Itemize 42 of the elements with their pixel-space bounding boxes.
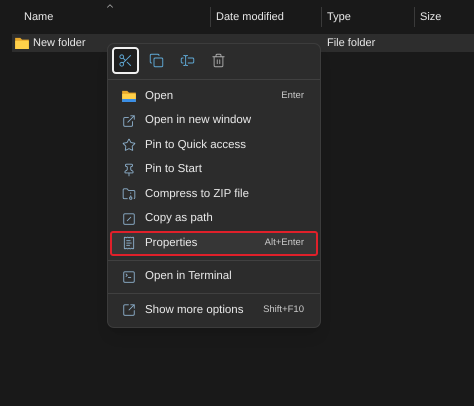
menu-item[interactable]: Open in new window xyxy=(110,108,318,133)
menu-item[interactable]: Properties Alt+Enter xyxy=(110,231,318,256)
menu-item-label: Compress to ZIP file xyxy=(145,186,249,202)
menu-item[interactable]: Pin to Quick access xyxy=(110,133,318,158)
menu-item-label: Open in Terminal xyxy=(145,269,232,284)
external-link-icon xyxy=(122,114,136,128)
archive-icon xyxy=(122,187,136,202)
menu-item-label: Show more options xyxy=(145,302,244,318)
menu-item[interactable]: Open in Terminal xyxy=(110,264,318,289)
menu-item-label: Properties xyxy=(145,236,198,251)
column-header[interactable]: Size xyxy=(414,7,474,27)
shortcut-label: Enter xyxy=(281,89,304,104)
path-icon xyxy=(122,212,136,226)
cut-button[interactable] xyxy=(112,47,139,74)
scissors-icon xyxy=(118,53,133,68)
star-icon xyxy=(122,138,136,152)
menu-item-label: Copy as path xyxy=(145,211,213,226)
menu-item[interactable]: Show more options Shift+F10 xyxy=(110,298,318,322)
menu-item-label: Open in new window xyxy=(145,113,252,128)
pin-icon xyxy=(122,162,136,177)
column-header[interactable]: Type xyxy=(321,7,414,27)
column-header[interactable]: Date modified xyxy=(210,7,321,27)
window-arrow-icon xyxy=(122,303,136,318)
terminal-icon xyxy=(122,270,136,284)
menu-item-label: Pin to Start xyxy=(145,162,202,178)
properties-icon xyxy=(122,236,136,250)
copy-icon xyxy=(149,53,164,68)
menu-item[interactable]: Pin to Start xyxy=(110,158,318,182)
folder-icon xyxy=(122,90,136,102)
folder-icon xyxy=(15,37,29,49)
file-type: File folder xyxy=(326,36,376,51)
menu-item[interactable]: Copy as path xyxy=(110,206,318,231)
menu-item[interactable]: Compress to ZIP file xyxy=(110,182,318,206)
file-name: New folder xyxy=(33,36,86,51)
menu-item-label: Open xyxy=(145,88,174,104)
rename-icon xyxy=(180,53,195,68)
trash-icon xyxy=(211,53,226,68)
menu-item[interactable]: Open Enter xyxy=(110,84,318,108)
menu-item-label: Pin to Quick access xyxy=(145,138,246,153)
shortcut-label: Alt+Enter xyxy=(264,236,304,250)
shortcut-label: Shift+F10 xyxy=(263,303,304,318)
column-header[interactable]: Name xyxy=(0,7,210,27)
